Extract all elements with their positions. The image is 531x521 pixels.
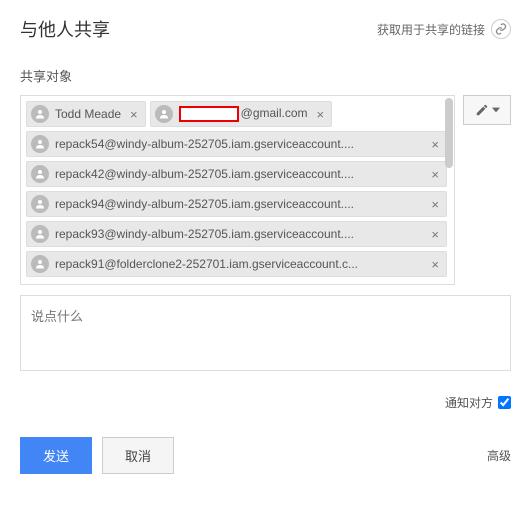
link-icon [491,19,511,39]
chip-label: @gmail.com [179,106,308,122]
person-icon [31,225,49,243]
chip-label: repack54@windy-album-252705.iam.gservice… [55,137,422,151]
chip-label: repack42@windy-album-252705.iam.gservice… [55,167,422,181]
pencil-icon [475,103,489,117]
person-icon [31,135,49,153]
person-chip[interactable]: Todd Meade × [26,101,146,127]
cancel-button[interactable]: 取消 [102,437,174,474]
person-chip[interactable]: @gmail.com × [150,101,332,127]
person-icon [31,195,49,213]
person-chip[interactable]: repack93@windy-album-252705.iam.gservice… [26,221,447,247]
remove-chip[interactable]: × [428,257,442,272]
person-chip[interactable]: repack42@windy-album-252705.iam.gservice… [26,161,447,187]
get-shareable-link[interactable]: 获取用于共享的链接 [377,19,511,39]
person-icon [31,255,49,273]
chip-label: Todd Meade [55,107,121,121]
get-link-label: 获取用于共享的链接 [377,21,485,38]
scrollbar[interactable] [445,98,453,168]
notify-label: 通知对方 [445,394,493,411]
people-input[interactable]: Todd Meade × @gmail.com × repack54@windy-alb… [20,95,455,285]
remove-chip[interactable]: × [428,197,442,212]
remove-chip[interactable]: × [428,137,442,152]
share-with-label: 共享对象 [20,66,511,85]
person-icon [31,105,49,123]
redacted-box [179,106,239,122]
chip-label: repack94@windy-album-252705.iam.gservice… [55,197,422,211]
message-input[interactable] [20,295,511,371]
person-chip[interactable]: repack91@folderclone2-252701.iam.gservic… [26,251,447,277]
person-chip[interactable]: repack54@windy-album-252705.iam.gservice… [26,131,447,157]
permission-dropdown[interactable] [463,95,511,125]
person-icon [31,165,49,183]
person-icon [155,105,173,123]
dialog-title: 与他人共享 [20,16,110,42]
remove-chip[interactable]: × [428,227,442,242]
notify-checkbox[interactable] [498,396,511,409]
advanced-link[interactable]: 高级 [487,447,511,464]
caret-down-icon [492,106,500,114]
chip-label: repack93@windy-album-252705.iam.gservice… [55,227,422,241]
person-chip[interactable]: repack94@windy-album-252705.iam.gservice… [26,191,447,217]
send-button[interactable]: 发送 [20,437,92,474]
chip-label: repack91@folderclone2-252701.iam.gservic… [55,257,422,271]
remove-chip[interactable]: × [314,107,328,122]
remove-chip[interactable]: × [428,167,442,182]
remove-chip[interactable]: × [127,107,141,122]
